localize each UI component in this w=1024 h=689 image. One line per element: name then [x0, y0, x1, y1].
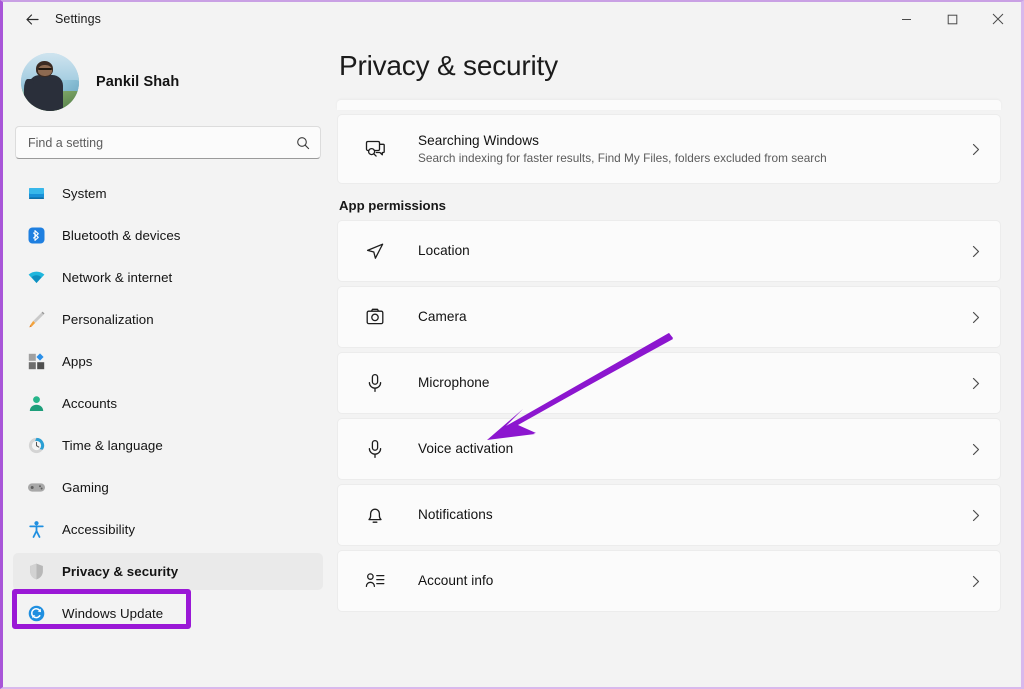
microphone-icon [362, 436, 388, 462]
card-microphone[interactable]: Microphone [337, 352, 1001, 414]
minimize-icon [901, 14, 912, 25]
person-icon [25, 393, 47, 415]
card-voice-activation[interactable]: Voice activation [337, 418, 1001, 480]
maximize-icon [947, 14, 958, 25]
window-controls [883, 2, 1021, 36]
settings-card-list: Searching Windows Search indexing for fa… [333, 100, 1021, 612]
settings-window: Settings [0, 0, 1024, 689]
sidebar-item-label: Time & language [62, 438, 163, 453]
sidebar-item-label: Network & internet [62, 270, 172, 285]
chevron-right-icon [969, 143, 982, 156]
chevron-right-icon [969, 245, 982, 258]
sidebar-nav: System Bluetooth & devices [3, 175, 333, 632]
card-notifications[interactable]: Notifications [337, 484, 1001, 546]
account-info-icon [362, 568, 388, 594]
sidebar-item-time-language[interactable]: Time & language [13, 427, 323, 464]
wifi-icon [25, 267, 47, 289]
sidebar-item-label: Windows Update [62, 606, 163, 621]
chevron-right-icon [969, 311, 982, 324]
card-text: Notifications [418, 506, 969, 524]
sidebar-item-gaming[interactable]: Gaming [13, 469, 323, 506]
sidebar-item-accounts[interactable]: Accounts [13, 385, 323, 422]
camera-icon [362, 304, 388, 330]
card-title: Account info [418, 573, 493, 588]
minimize-button[interactable] [883, 2, 929, 36]
sidebar-item-bluetooth-devices[interactable]: Bluetooth & devices [13, 217, 323, 254]
card-subtitle: Search indexing for faster results, Find… [418, 151, 969, 165]
back-arrow-icon [24, 11, 41, 28]
sidebar-item-windows-update[interactable]: Windows Update [13, 595, 323, 632]
chevron-right-icon [969, 575, 982, 588]
card-camera[interactable]: Camera [337, 286, 1001, 348]
card-title: Notifications [418, 507, 493, 522]
accessibility-icon [25, 519, 47, 541]
chevron-right-icon [969, 377, 982, 390]
close-icon [992, 13, 1004, 25]
chevron-right-icon [969, 443, 982, 456]
sidebar-item-label: System [62, 186, 107, 201]
account-card[interactable]: Pankil Shah [15, 46, 321, 118]
location-arrow-icon [362, 238, 388, 264]
sidebar-item-label: Bluetooth & devices [62, 228, 180, 243]
sidebar: Pankil Shah System [3, 36, 333, 687]
gamepad-icon [25, 477, 47, 499]
card-text: Microphone [418, 374, 969, 392]
sidebar-item-label: Accessibility [62, 522, 135, 537]
card-text: Camera [418, 308, 969, 326]
card-title: Searching Windows [418, 133, 969, 148]
card-text: Searching Windows Search indexing for fa… [418, 133, 969, 165]
clock-icon [25, 435, 47, 457]
card-title: Camera [418, 309, 467, 324]
back-button[interactable] [15, 6, 49, 32]
page-title: Privacy & security [339, 50, 1021, 82]
search-icon [296, 136, 310, 150]
sidebar-item-network-internet[interactable]: Network & internet [13, 259, 323, 296]
card-account-info[interactable]: Account info [337, 550, 1001, 612]
card-title: Voice activation [418, 441, 513, 456]
main-content: Privacy & security Searching Windows Sea… [333, 36, 1021, 687]
account-name: Pankil Shah [96, 74, 179, 90]
monitor-icon [25, 183, 47, 205]
microphone-icon [362, 370, 388, 396]
sidebar-item-label: Accounts [62, 396, 117, 411]
sidebar-item-apps[interactable]: Apps [13, 343, 323, 380]
shield-icon [25, 561, 47, 583]
card-text: Account info [418, 572, 969, 590]
bluetooth-icon [25, 225, 47, 247]
sidebar-item-system[interactable]: System [13, 175, 323, 212]
sidebar-item-accessibility[interactable]: Accessibility [13, 511, 323, 548]
update-refresh-icon [25, 603, 47, 625]
close-button[interactable] [975, 2, 1021, 36]
bell-icon [362, 502, 388, 528]
window-title: Settings [55, 12, 101, 26]
search-in-document-icon [362, 136, 388, 162]
apps-grid-icon [25, 351, 47, 373]
sidebar-item-personalization[interactable]: Personalization [13, 301, 323, 338]
card-title: Location [418, 243, 470, 258]
avatar [21, 53, 79, 111]
search-box[interactable] [15, 126, 321, 159]
maximize-button[interactable] [929, 2, 975, 36]
paintbrush-icon [25, 309, 47, 331]
card-location[interactable]: Location [337, 220, 1001, 282]
sidebar-item-label: Gaming [62, 480, 109, 495]
card-text: Voice activation [418, 440, 969, 458]
card-title: Microphone [418, 375, 490, 390]
sidebar-item-label: Apps [62, 354, 93, 369]
section-title-app-permissions: App permissions [339, 198, 1005, 213]
sidebar-item-label: Privacy & security [62, 564, 178, 579]
card-searching-windows[interactable]: Searching Windows Search indexing for fa… [337, 114, 1001, 184]
sidebar-item-privacy-security[interactable]: Privacy & security [13, 553, 323, 590]
title-bar: Settings [3, 2, 1021, 36]
sidebar-item-label: Personalization [62, 312, 154, 327]
card-text: Location [418, 242, 969, 260]
partially-scrolled-card[interactable] [337, 100, 1001, 110]
search-input[interactable] [28, 136, 296, 150]
chevron-right-icon [969, 509, 982, 522]
